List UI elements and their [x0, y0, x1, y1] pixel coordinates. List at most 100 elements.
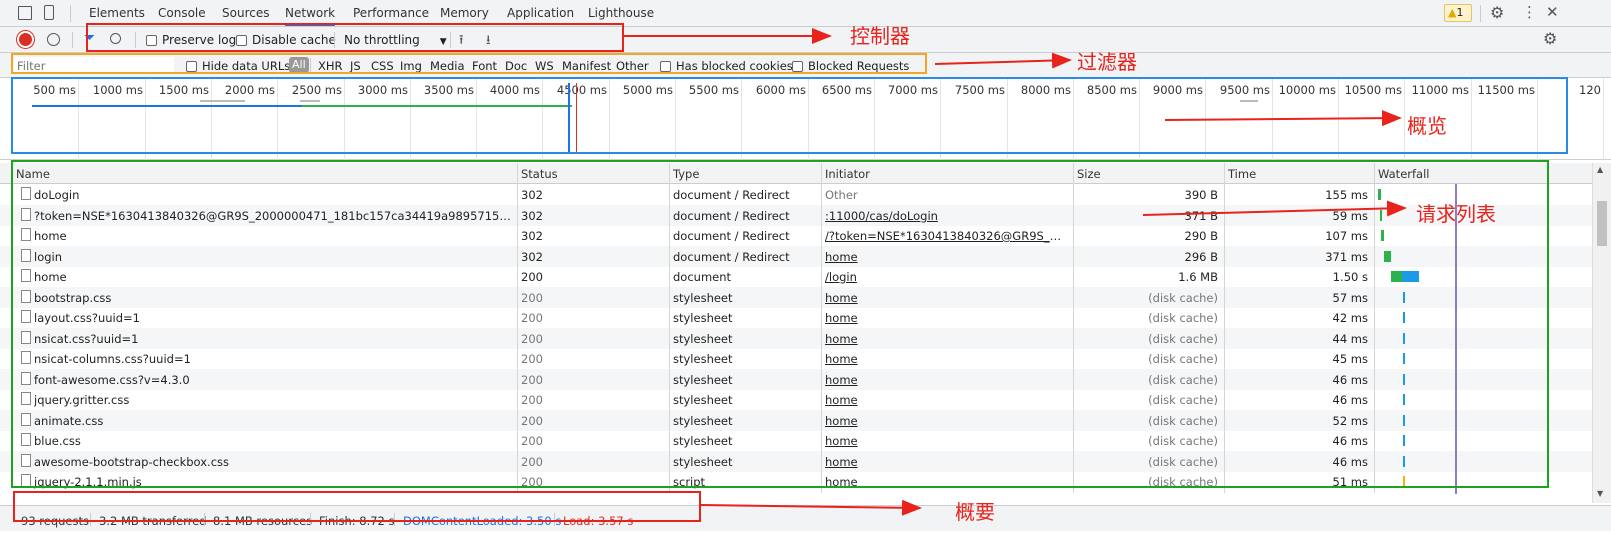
table-row[interactable]: nsicat-columns.css?uuid=1 200 stylesheet ho… [0, 348, 1592, 369]
request-name[interactable]: ?token=NSE*1630413840326@GR9S_2000000471… [34, 209, 514, 223]
column-size[interactable]: Size [1077, 167, 1101, 181]
request-initiator[interactable]: home [825, 455, 858, 469]
request-name[interactable]: nsicat-columns.css?uuid=1 [34, 352, 514, 366]
tab-application[interactable]: Application [507, 6, 574, 20]
filter-media[interactable]: Media [430, 59, 465, 73]
request-initiator[interactable]: home [825, 475, 858, 489]
column-waterfall[interactable]: Waterfall [1378, 167, 1429, 181]
request-initiator[interactable]: home [825, 414, 858, 428]
request-name[interactable]: bootstrap.css [34, 291, 514, 305]
inspect-element-icon[interactable] [18, 6, 32, 20]
warning-badge[interactable]: ▲1 [1444, 4, 1472, 22]
table-row[interactable]: bootstrap.css 200 stylesheet home (disk cach… [0, 286, 1592, 308]
close-devtools-icon[interactable]: ✕ [1546, 3, 1559, 21]
table-row[interactable]: jquery.gritter.css 200 stylesheet home (disk… [0, 389, 1592, 410]
scroll-thumb[interactable] [1597, 201, 1607, 246]
scroll-up-icon[interactable]: ▲ [1597, 165, 1603, 174]
request-name[interactable]: layout.css?uuid=1 [34, 311, 514, 325]
request-name[interactable]: jquery-2.1.1.min.js [34, 475, 514, 489]
table-row[interactable]: blue.css 200 stylesheet home (disk cache) 46 … [0, 430, 1592, 451]
hide-data-urls-checkbox[interactable]: Hide data URLs [186, 59, 290, 73]
request-name[interactable]: animate.css [34, 414, 514, 428]
hide-data-urls-box[interactable] [186, 61, 197, 72]
table-row[interactable]: layout.css?uuid=1 200 stylesheet home (disk … [0, 307, 1592, 328]
disable-cache-checkbox[interactable]: Disable cache [236, 33, 336, 47]
filter-img[interactable]: Img [400, 59, 422, 73]
more-menu-icon[interactable]: ⋮ [1522, 3, 1537, 21]
filter-js[interactable]: JS [350, 59, 361, 73]
blocked-cookies-box[interactable] [660, 61, 671, 72]
device-toolbar-icon[interactable] [44, 5, 54, 20]
column-status[interactable]: Status [521, 167, 558, 181]
search-icon[interactable] [110, 33, 121, 44]
request-name[interactable]: font-awesome.css?v=4.3.0 [34, 373, 514, 387]
table-row[interactable]: login 302 document / Redirect home 296 B 371 … [0, 245, 1592, 267]
blocked-requests-box[interactable] [792, 61, 803, 72]
request-name[interactable]: awesome-bootstrap-checkbox.css [34, 455, 514, 469]
request-initiator[interactable]: /login [825, 270, 857, 284]
request-name[interactable]: jquery.gritter.css [34, 393, 514, 407]
column-type[interactable]: Type [673, 167, 699, 181]
blocked-cookies-checkbox[interactable]: Has blocked cookies [660, 59, 793, 73]
tab-elements[interactable]: Elements [89, 6, 145, 20]
request-initiator[interactable]: home [825, 250, 858, 264]
table-row[interactable]: awesome-bootstrap-checkbox.css 200 stylesh… [0, 450, 1592, 472]
request-initiator[interactable]: home [825, 373, 858, 387]
filter-manifest[interactable]: Manifest [562, 59, 611, 73]
request-initiator[interactable]: home [825, 311, 858, 325]
table-row[interactable]: nsicat.css?uuid=1 200 stylesheet home (disk … [0, 327, 1592, 349]
preserve-log-checkbox[interactable]: Preserve log [146, 33, 236, 47]
request-name[interactable]: nsicat.css?uuid=1 [34, 332, 514, 346]
filter-ws[interactable]: WS [535, 59, 554, 73]
tab-network[interactable]: Network [285, 6, 336, 26]
request-initiator[interactable]: home [825, 393, 858, 407]
tab-memory[interactable]: Memory [440, 6, 489, 20]
filter-input[interactable] [14, 57, 174, 74]
table-row[interactable]: font-awesome.css?v=4.3.0 200 stylesheet hom… [0, 368, 1592, 390]
disable-cache-box[interactable] [236, 35, 247, 46]
table-row[interactable]: ?token=NSE*1630413840326@GR9S_2000000471… [0, 204, 1592, 226]
filter-all-button[interactable]: All [289, 57, 309, 73]
request-initiator[interactable]: /?token=NSE*1630413840326@GR9S_20000... [825, 229, 1065, 243]
table-row[interactable]: jquery-2.1.1.min.js 200 script home (disk ca… [0, 471, 1592, 492]
tab-sources[interactable]: Sources [222, 6, 269, 20]
settings-gear-icon[interactable]: ⚙ [1490, 3, 1504, 22]
request-name[interactable]: home [34, 270, 514, 284]
filter-doc[interactable]: Doc [505, 59, 527, 73]
request-initiator[interactable]: home [825, 291, 858, 305]
tab-console[interactable]: Console [158, 6, 206, 20]
timeline-overview[interactable]: 500 ms 1000 ms 1500 ms 2000 ms 2500 ms 3000 m… [0, 78, 1611, 160]
preserve-log-box[interactable] [146, 35, 157, 46]
scroll-down-icon[interactable]: ▼ [1597, 489, 1603, 498]
import-har-icon[interactable]: ⭱ [459, 31, 464, 53]
column-name[interactable]: Name [16, 167, 50, 181]
tab-lighthouse[interactable]: Lighthouse [588, 6, 654, 20]
request-initiator[interactable]: home [825, 352, 858, 366]
clear-icon[interactable] [47, 33, 60, 46]
request-initiator[interactable]: home [825, 332, 858, 346]
table-row[interactable]: animate.css 200 stylesheet home (disk cache)… [0, 409, 1592, 431]
filter-css[interactable]: CSS [371, 59, 394, 73]
filter-other[interactable]: Other [616, 59, 649, 73]
filter-xhr[interactable]: XHR [318, 59, 343, 73]
request-name[interactable]: doLogin [34, 188, 514, 202]
blocked-requests-checkbox[interactable]: Blocked Requests [792, 59, 909, 73]
filter-funnel-icon[interactable]: ⏷ [84, 30, 95, 46]
throttling-select[interactable]: No throttling ▼ [344, 33, 447, 47]
request-name[interactable]: login [34, 250, 514, 264]
export-har-icon[interactable]: ⭳ [486, 31, 491, 53]
record-button[interactable] [19, 33, 32, 46]
filter-font[interactable]: Font [472, 59, 497, 73]
tab-performance[interactable]: Performance [353, 6, 429, 20]
table-row[interactable]: doLogin 302 document / Redirect Other 390 B 1… [0, 184, 1592, 205]
column-time[interactable]: Time [1228, 167, 1256, 181]
request-initiator[interactable]: home [825, 434, 858, 448]
request-name[interactable]: home [34, 229, 514, 243]
network-settings-gear-icon[interactable]: ⚙ [1543, 29, 1557, 48]
table-row[interactable]: home 200 document/login 1.6 MB 1.50 s [0, 266, 1592, 287]
column-initiator[interactable]: Initiator [825, 167, 870, 181]
table-scrollbar[interactable]: ▲ ▼ [1592, 163, 1611, 503]
request-name[interactable]: blue.css [34, 434, 514, 448]
request-initiator[interactable]: :11000/cas/doLogin [825, 209, 938, 223]
table-row[interactable]: home 302 document / Redirect /?token=NSE*16… [0, 225, 1592, 246]
